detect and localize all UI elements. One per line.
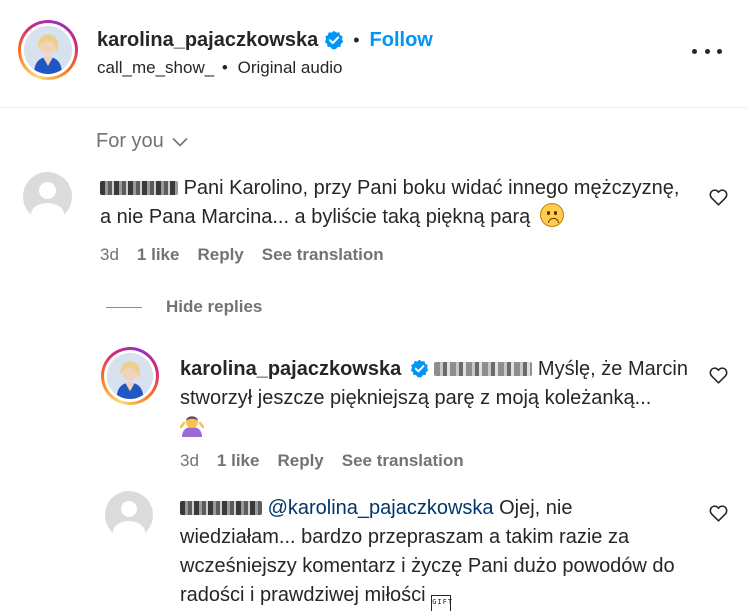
profile-avatar[interactable] bbox=[18, 20, 78, 80]
reply-text-line1: Ojej, nie bbox=[499, 497, 573, 519]
audio-separator: • bbox=[221, 58, 228, 77]
worried-face-emoji bbox=[539, 203, 564, 227]
replies-divider-line bbox=[106, 306, 142, 308]
mention-link[interactable]: @karolina_pajaczkowska bbox=[268, 497, 494, 519]
reply-author-photo bbox=[107, 353, 153, 399]
separator-dot: • bbox=[353, 29, 360, 50]
more-options-icon[interactable] bbox=[692, 38, 722, 64]
comment-body: Pani Karolino, przy Pani boku widać inne… bbox=[100, 174, 690, 232]
comment-sort-dropdown[interactable]: For you bbox=[96, 130, 188, 153]
heart-icon[interactable] bbox=[709, 505, 728, 522]
reply-meta: 3d 1 like Reply See translation bbox=[180, 451, 482, 471]
post-header: karolina_pajaczkowska • Follow call_me_s… bbox=[0, 0, 747, 108]
reply-button[interactable]: Reply bbox=[197, 245, 243, 265]
audio-author-link[interactable]: call_me_show_ bbox=[97, 58, 214, 77]
reply-body: @karolina_pajaczkowska Ojej, nie wiedzia… bbox=[180, 494, 690, 611]
original-audio-link[interactable]: Original audio bbox=[238, 58, 343, 77]
hide-replies-button[interactable]: Hide replies bbox=[106, 297, 262, 317]
blurred-username[interactable] bbox=[100, 181, 178, 195]
reply-button[interactable]: Reply bbox=[277, 451, 323, 471]
reply-text: wiedziałam... bardzo przepraszam a takim… bbox=[180, 526, 675, 606]
header-title-row: karolina_pajaczkowska • Follow bbox=[97, 26, 433, 54]
comment-text: Pani Karolino, przy Pani boku widać inne… bbox=[100, 177, 680, 228]
gift-symbol: GIFT bbox=[431, 595, 452, 611]
reply-author-avatar[interactable] bbox=[101, 347, 159, 405]
reply-body: karolina_pajaczkowska Myślę, że Marcin s… bbox=[180, 355, 690, 443]
header-username[interactable]: karolina_pajaczkowska bbox=[97, 29, 318, 52]
audio-info: call_me_show_ • Original audio bbox=[97, 58, 343, 78]
blurred-mention[interactable] bbox=[434, 362, 533, 376]
likes-count[interactable]: 1 like bbox=[217, 451, 260, 471]
heart-icon[interactable] bbox=[709, 189, 728, 206]
reply-username[interactable]: karolina_pajaczkowska bbox=[180, 358, 401, 380]
reply-age: 3d bbox=[180, 451, 199, 470]
comment-meta: 3d 1 like Reply See translation bbox=[100, 245, 402, 265]
see-translation-button[interactable]: See translation bbox=[342, 451, 464, 471]
see-translation-button[interactable]: See translation bbox=[262, 245, 384, 265]
hide-replies-label: Hide replies bbox=[166, 297, 263, 316]
commenter-avatar[interactable] bbox=[23, 172, 72, 221]
follow-button[interactable]: Follow bbox=[370, 29, 433, 52]
commenter-avatar[interactable] bbox=[105, 491, 153, 539]
verified-badge-icon bbox=[325, 30, 344, 50]
sort-label: For you bbox=[96, 130, 164, 152]
chevron-down-icon bbox=[172, 137, 188, 147]
comment-age: 3d bbox=[100, 245, 119, 264]
shrug-emoji bbox=[180, 416, 204, 437]
profile-photo bbox=[24, 26, 72, 74]
heart-icon[interactable] bbox=[709, 367, 728, 384]
verified-badge-icon bbox=[410, 359, 429, 378]
likes-count[interactable]: 1 like bbox=[137, 245, 180, 265]
blurred-username[interactable] bbox=[180, 501, 262, 515]
